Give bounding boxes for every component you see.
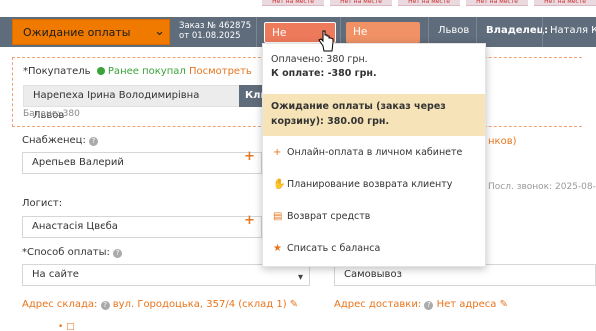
divider [542,17,543,47]
to-pay-amount: К оплате: -380 грн. [271,68,377,79]
help-icon[interactable]: ? [100,301,110,310]
delivery-method-value: Самовывоз [344,269,402,280]
menu-item-plan-refund[interactable]: ✋ Планирование возврата клиенту [263,170,485,200]
delivery-address-row: Адрес доставки: ? Нет адреса ✎ [334,299,508,310]
menu-item-write-off-balance[interactable]: ★ Списать с баланса [263,234,485,264]
top-tab[interactable]: Нет на месте [262,0,324,6]
menu-item-refund[interactable]: ▤ Возврат средств [263,202,485,232]
payment-method-label: *Способ оплаты: [22,247,110,258]
menu-item-online-payment[interactable]: + Онлайн-оплата в личном кабинете [263,138,485,168]
order-city: Львов [438,25,470,36]
edit-pencil-icon[interactable]: ✎ [500,299,508,310]
star-icon: ★ [273,243,282,254]
menu-item-label: Планирование возврата клиенту [287,179,453,190]
payment-method-select[interactable]: На сайте ▾ [22,264,310,286]
menu-item-label: Списать с баланса [287,243,381,254]
chevron-down-icon: ⌄ [154,24,165,39]
help-icon[interactable]: ? [113,249,123,258]
partial-link[interactable]: нков) [488,136,517,147]
delivery-address-value[interactable]: Нет адреса [437,299,497,310]
order-status-select[interactable]: Ожидание оплаты ⌄ [12,19,170,45]
payment-label-row: *Способ оплаты: ? [22,247,123,258]
top-tab[interactable]: Нет на месте [330,0,392,6]
last-call-text: Посл. звонок: 2025-08-02 [488,182,596,192]
order-date: от 01.08.2025 [179,31,241,41]
divider [256,17,257,47]
order-info: Заказ № 462875 от 01.08.2025 [179,21,251,41]
top-tab[interactable]: Нет на месте [534,0,596,6]
owner-name[interactable]: Наталя Ка [550,25,596,36]
top-tab[interactable]: Нет на месте [466,0,528,6]
menu-item-label: Возврат средств [287,211,371,222]
customer-label: *Покупатель [23,66,91,77]
logist-label: Логист: [22,198,63,209]
view-customer-link[interactable]: Посмотреть [189,66,252,77]
logist-field[interactable]: Анастасія Цвєба [22,216,262,238]
menu-item-label: Онлайн-оплата в личном кабинете [287,147,463,158]
delivery-method-select[interactable]: Самовывоз [334,264,596,286]
cash-icon: ▤ [273,211,283,222]
warehouse-address-label: Адрес склада: [22,299,98,310]
bought-before-text: Ранее покупал [107,66,186,77]
top-tab-strip: Нет на месте Нет на месте Нет на месте Н… [258,0,596,6]
partial-next-row: • □ [58,322,75,331]
order-number: Заказ № 462875 [179,21,252,31]
hand-money-icon: ✋ [273,179,286,190]
bought-before-icon [96,67,105,75]
customer-card-button[interactable]: Кли [239,85,268,107]
help-icon[interactable]: ? [89,137,99,146]
chevron-down-icon: ▾ [297,272,303,283]
warehouse-address-row: Адрес склада: ? вул. Городоцька, 357/4 (… [22,299,298,310]
supplier-field[interactable]: Арепьев Валерий [22,152,262,174]
warehouse-address-value[interactable]: вул. Городоцька, 357/4 (склад 1) [113,299,287,310]
owner-label: Владелец: [486,25,549,36]
shipping-status-badge[interactable]: Не отгружен [346,22,420,59]
customer-balance: Баланс: 380 [23,109,80,119]
supplier-label-row: Снабженец: ? [22,135,99,146]
hand-cursor-icon [318,30,334,52]
top-tab[interactable]: Нет на месте [398,0,460,6]
add-icon[interactable]: + [244,149,255,164]
delivery-address-label: Адрес доставки: [334,299,422,310]
payment-dropdown: Оплачено: 380 грн. К оплате: -380 грн. О… [262,43,486,267]
customer-name-field[interactable]: Нарепеха Ірина Володимирівна Львов [23,85,241,121]
supplier-label: Снабженец: [22,135,86,146]
edit-pencil-icon[interactable]: ✎ [290,299,298,310]
help-icon[interactable]: ? [424,301,434,310]
payment-summary: Оплачено: 380 грн. К оплате: -380 грн. [263,44,485,86]
awaiting-payment-notice: Ожидание оплаты (заказ через корзину): 3… [263,94,485,136]
add-icon[interactable]: + [244,213,255,228]
paid-amount: Оплачено: 380 грн. [271,54,368,65]
order-status-value: Ожидание оплаты [23,26,131,39]
plus-icon: + [273,147,282,158]
payment-method-value: На сайте [32,269,79,280]
